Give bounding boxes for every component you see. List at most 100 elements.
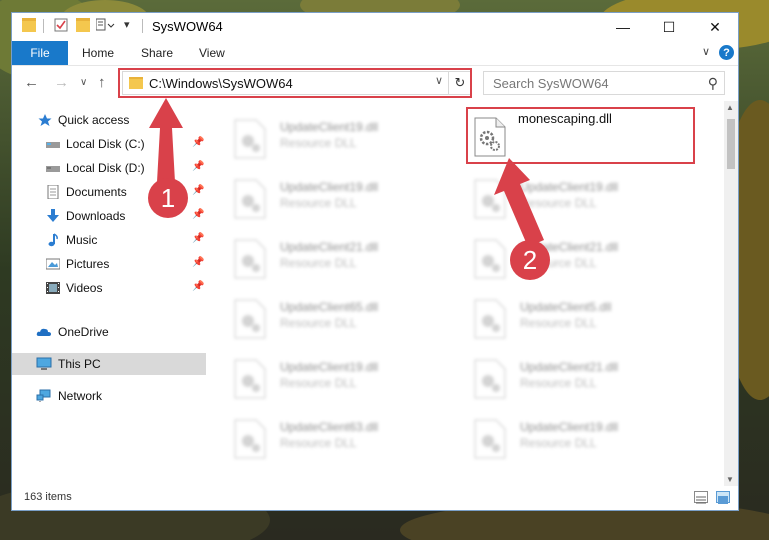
- computer-icon: [36, 357, 52, 371]
- file-type: Resource DLL: [280, 256, 357, 270]
- scroll-down-icon[interactable]: ▼: [726, 475, 734, 484]
- address-path[interactable]: C:\Windows\SysWOW64: [149, 76, 293, 91]
- file-type: Resource DLL: [520, 256, 597, 270]
- folder-icon: [129, 77, 143, 89]
- list-item[interactable]: UpdateClient65.dll Resource DLL: [212, 291, 442, 347]
- separator: [142, 19, 143, 33]
- sidebar-item-label: Network: [58, 389, 103, 403]
- file-type: Resource DLL: [280, 436, 357, 450]
- navigation-pane: Quick access Local Disk (C:) 📌 Local Dis…: [12, 101, 206, 486]
- pin-icon: 📌: [192, 209, 205, 220]
- sidebar-item-this-pc[interactable]: This PC: [12, 353, 206, 375]
- refresh-button[interactable]: ↻: [448, 72, 471, 94]
- sidebar-item-label: Quick access: [58, 113, 130, 127]
- dll-file-icon: [474, 239, 506, 279]
- close-button[interactable]: ✕: [692, 13, 738, 41]
- list-item[interactable]: UpdateClient19.dll Resource DLL: [212, 351, 442, 407]
- dll-file-icon: [474, 359, 506, 399]
- quick-access-dropdown-icon[interactable]: ▾: [124, 18, 138, 32]
- list-item[interactable]: UpdateClient19.dll Resource DLL: [212, 111, 442, 167]
- sidebar-item-label: Pictures: [66, 257, 110, 271]
- forward-button[interactable]: →: [54, 74, 69, 91]
- expand-ribbon-icon[interactable]: ∨: [702, 45, 710, 58]
- maximize-button[interactable]: ☐: [646, 13, 692, 41]
- ribbon-tabs: File Home Share View ∨ ?: [12, 41, 738, 66]
- file-name: UpdateClient21.dll: [280, 240, 379, 254]
- details-view-icon[interactable]: [694, 491, 708, 504]
- scroll-up-icon[interactable]: ▲: [726, 103, 734, 112]
- address-dropdown-icon[interactable]: ∨: [435, 74, 443, 87]
- file-type: Resource DLL: [520, 196, 597, 210]
- sidebar-item-label: OneDrive: [58, 325, 109, 339]
- window-title: SysWOW64: [152, 19, 223, 34]
- videos-icon: [46, 281, 60, 295]
- file-type: Resource DLL: [280, 376, 357, 390]
- pin-icon: 📌: [192, 233, 205, 244]
- search-placeholder: Search SysWOW64: [493, 76, 609, 91]
- title-bar: ▾ SysWOW64 — ☐ ✕: [12, 13, 738, 41]
- list-item[interactable]: UpdateClient19.dll Resource DLL: [452, 411, 682, 467]
- list-item[interactable]: UpdateClient19.dll Resource DLL: [452, 171, 682, 227]
- file-type: Resource DLL: [520, 436, 597, 450]
- music-icon: [46, 233, 60, 247]
- list-item[interactable]: UpdateClient21.dll Resource DLL: [212, 231, 442, 287]
- list-item[interactable]: UpdateClient19.dll Resource DLL: [212, 171, 442, 227]
- tab-home[interactable]: Home: [82, 46, 114, 60]
- file-explorer-window: ▾ SysWOW64 — ☐ ✕ File Home Share View ∨ …: [11, 12, 739, 511]
- dll-file-icon: [234, 239, 266, 279]
- dll-file-icon: [234, 419, 266, 459]
- dll-file-icon: [234, 359, 266, 399]
- network-icon: [36, 389, 51, 403]
- file-name: UpdateClient63.dll: [280, 420, 379, 434]
- up-button[interactable]: ↑: [98, 74, 106, 91]
- file-name: UpdateClient21.dll: [520, 360, 619, 374]
- sidebar-item-label: Videos: [66, 281, 103, 295]
- back-button[interactable]: ←: [24, 74, 39, 91]
- properties-icon[interactable]: [54, 18, 68, 32]
- list-item[interactable]: UpdateClient5.dll Resource DLL: [452, 291, 682, 347]
- sidebar-item-documents[interactable]: Documents 📌: [12, 181, 206, 203]
- file-name: UpdateClient5.dll: [520, 300, 612, 314]
- drive-icon: [46, 161, 60, 175]
- sidebar-item-music[interactable]: Music 📌: [12, 229, 206, 251]
- help-icon[interactable]: ?: [719, 45, 734, 60]
- sidebar-item-pictures[interactable]: Pictures 📌: [12, 253, 206, 275]
- sidebar-item-videos[interactable]: Videos 📌: [12, 277, 206, 299]
- list-item[interactable]: UpdateClient21.dll Resource DLL: [452, 351, 682, 407]
- sidebar-item-label: Documents: [66, 185, 127, 199]
- file-type: Resource DLL: [280, 136, 357, 150]
- sidebar-item-downloads[interactable]: Downloads 📌: [12, 205, 206, 227]
- list-item[interactable]: UpdateClient21.dll Resource DLL: [452, 231, 682, 287]
- sidebar-item-network[interactable]: Network: [12, 385, 206, 407]
- sidebar-item-local-disk-c[interactable]: Local Disk (C:) 📌: [12, 133, 206, 155]
- tab-view[interactable]: View: [199, 46, 225, 60]
- list-item[interactable]: UpdateClient63.dll Resource DLL: [212, 411, 442, 467]
- scroll-thumb[interactable]: [727, 119, 735, 169]
- customize-toolbar-icon[interactable]: [95, 18, 115, 32]
- sidebar-item-local-disk-d[interactable]: Local Disk (D:) 📌: [12, 157, 206, 179]
- vertical-scrollbar[interactable]: ▲ ▼: [724, 101, 738, 486]
- file-type: Resource DLL: [280, 316, 357, 330]
- search-icon[interactable]: ⚲: [708, 75, 718, 92]
- highlighted-file[interactable]: monescaping.dll: [460, 109, 690, 165]
- recent-locations-button[interactable]: ∨: [80, 77, 87, 88]
- sidebar-item-label: Downloads: [66, 209, 126, 223]
- tab-file[interactable]: File: [12, 41, 68, 65]
- minimize-button[interactable]: —: [600, 13, 646, 41]
- dll-file-icon: [474, 419, 506, 459]
- dll-file-icon: [234, 179, 266, 219]
- address-row: ← → ∨ ↑ C:\Windows\SysWOW64 ∨ ↻ Search S…: [12, 66, 738, 100]
- tab-share[interactable]: Share: [141, 46, 173, 60]
- separator: [43, 19, 44, 33]
- sidebar-item-onedrive[interactable]: OneDrive: [12, 321, 206, 343]
- dll-file-icon: [474, 299, 506, 339]
- address-bar[interactable]: C:\Windows\SysWOW64 ∨ ↻: [122, 71, 472, 95]
- sidebar-item-quick-access[interactable]: Quick access: [12, 109, 206, 131]
- folder-icon: [22, 18, 36, 32]
- sidebar-item-label: Local Disk (C:): [66, 137, 145, 151]
- large-icons-view-icon[interactable]: [716, 491, 730, 504]
- search-input[interactable]: Search SysWOW64 ⚲: [483, 71, 725, 95]
- file-name: monescaping.dll: [518, 111, 612, 126]
- new-folder-icon[interactable]: [76, 18, 90, 32]
- dll-file-icon: [234, 299, 266, 339]
